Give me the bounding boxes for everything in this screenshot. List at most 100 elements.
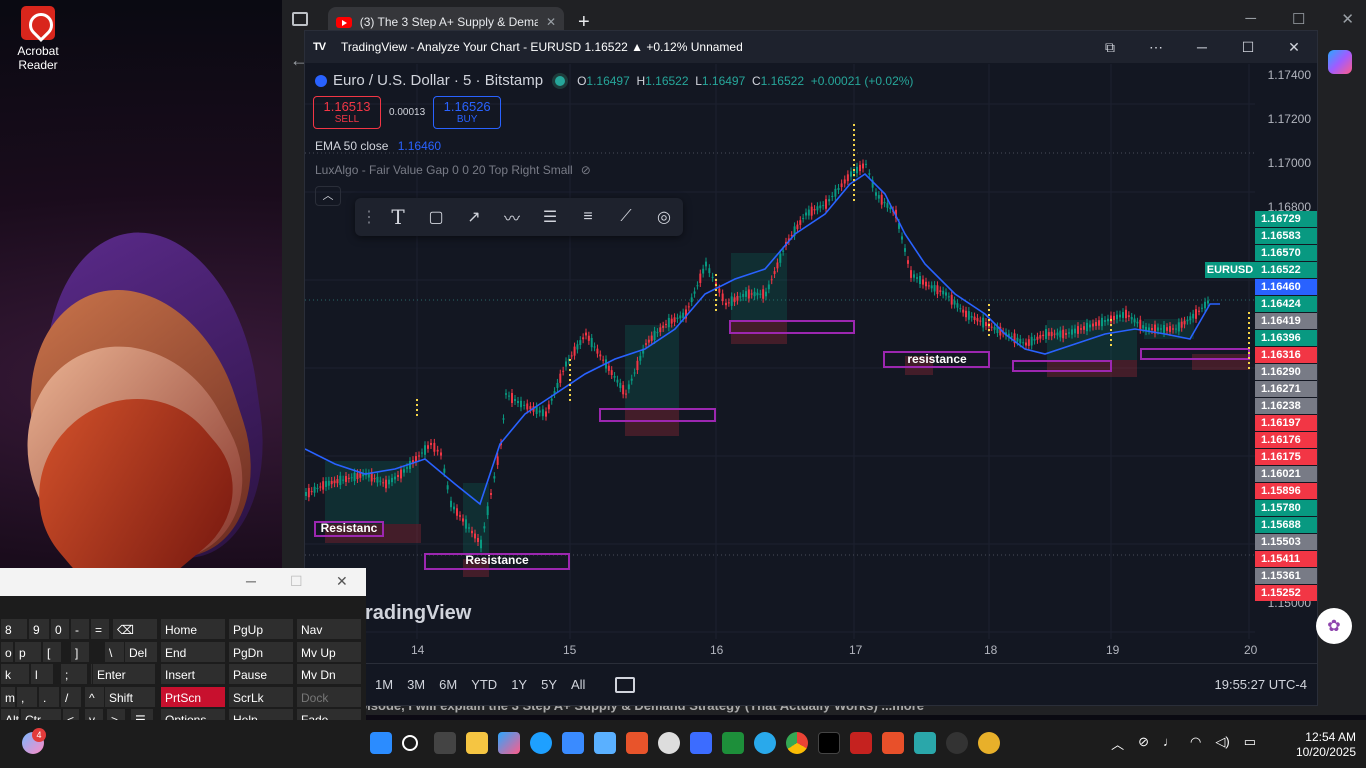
osk-key[interactable]: m xyxy=(0,685,16,708)
link-app-icon[interactable] xyxy=(626,732,648,754)
tab-close-icon[interactable]: ✕ xyxy=(546,15,556,29)
search-icon[interactable] xyxy=(402,735,418,751)
camera-app-icon[interactable] xyxy=(946,732,968,754)
magnet-tool-icon[interactable]: ◎ xyxy=(647,202,681,232)
maximize-icon[interactable]: ☐ xyxy=(1225,39,1271,56)
github-icon[interactable] xyxy=(658,732,680,754)
buy-button[interactable]: 1.16526 BUY xyxy=(433,96,502,129)
osk-key[interactable]: PgDn xyxy=(228,640,294,663)
osk-key[interactable]: Mv Dn xyxy=(296,663,362,685)
osk-key[interactable]: / xyxy=(60,685,82,708)
chrome-icon[interactable] xyxy=(786,732,808,754)
maximize-icon[interactable]: ☐ xyxy=(1292,10,1305,28)
osk-key[interactable]: PrtScn xyxy=(160,685,226,708)
coin-app-icon[interactable] xyxy=(978,732,1000,754)
osk-key[interactable]: 8 xyxy=(0,618,28,640)
volume-icon[interactable]: ◁) xyxy=(1215,734,1229,753)
indicator-legend[interactable]: LuxAlgo - Fair Value Gap 0 0 20 Top Righ… xyxy=(315,163,591,177)
osk-key[interactable]: , xyxy=(16,685,38,708)
osk-key[interactable]: Dock xyxy=(296,685,362,708)
fib-extension-icon[interactable]: ≡ xyxy=(571,202,605,232)
copilot-icon[interactable] xyxy=(498,732,520,754)
range-all[interactable]: All xyxy=(571,677,585,692)
time-axis[interactable]: 14 15 16 17 18 19 20 xyxy=(305,641,1257,661)
chevron-up-icon[interactable]: ︿ xyxy=(1111,734,1124,753)
people-icon[interactable] xyxy=(562,732,584,754)
osk-key[interactable]: Mv Up xyxy=(296,640,362,663)
text-tool-icon[interactable]: T xyxy=(381,202,415,232)
drive-icon[interactable] xyxy=(690,732,712,754)
close-icon[interactable]: ✕ xyxy=(1341,10,1354,28)
app-icon[interactable] xyxy=(914,732,936,754)
osk-key[interactable]: Nav xyxy=(296,618,362,640)
osk-key[interactable]: k xyxy=(0,663,30,685)
wifi-icon[interactable]: ◠ xyxy=(1190,734,1201,753)
range-1m[interactable]: 1M xyxy=(375,677,393,692)
sell-button[interactable]: 1.16513 SELL xyxy=(313,96,381,129)
osk-key[interactable]: = xyxy=(90,618,110,640)
popout-icon[interactable]: ⧉ xyxy=(1087,39,1133,56)
edge-icon[interactable] xyxy=(530,732,552,754)
osk-key[interactable]: ScrLk xyxy=(228,685,294,708)
battery-icon[interactable]: ▭ xyxy=(1244,734,1256,753)
copilot-icon[interactable] xyxy=(1328,50,1352,74)
osk-key[interactable]: Home xyxy=(160,618,226,640)
ai-assistant-icon[interactable]: ✿ xyxy=(1316,608,1352,644)
close-icon[interactable]: ✕ xyxy=(1271,39,1317,56)
network-off-icon[interactable]: ⊘ xyxy=(1138,734,1149,753)
osk-key[interactable]: . xyxy=(38,685,60,708)
minimize-icon[interactable]: ─ xyxy=(1179,39,1225,55)
osk-key[interactable]: PgUp xyxy=(228,618,294,640)
osk-key[interactable]: ] xyxy=(70,640,90,663)
arrow-tool-icon[interactable]: ↗ xyxy=(457,202,491,232)
store-icon[interactable] xyxy=(594,732,616,754)
range-5y[interactable]: 5Y xyxy=(541,677,557,692)
close-icon[interactable]: ✕ xyxy=(336,573,348,590)
file-explorer-icon[interactable] xyxy=(466,732,488,754)
chart-area[interactable]: Euro / U.S. Dollar · 5 · Bitstamp O1.164… xyxy=(305,64,1317,662)
osk-key[interactable]: - xyxy=(70,618,90,640)
fib-retracement-icon[interactable]: ☰ xyxy=(533,202,567,232)
minimize-icon[interactable]: ─ xyxy=(246,573,256,589)
osk-key[interactable]: Insert xyxy=(160,663,226,685)
osk-key[interactable]: Enter xyxy=(92,663,156,685)
task-view-icon[interactable] xyxy=(434,732,456,754)
chart-clock[interactable]: 19:55:27 UTC-4 xyxy=(1215,677,1308,692)
more-icon[interactable]: ⋯ xyxy=(1133,39,1179,56)
price-axis[interactable]: 1.17400 1.17200 1.17000 1.16800 1.15000 … xyxy=(1255,64,1317,654)
osk-key[interactable]: o xyxy=(0,640,14,663)
path-tool-icon[interactable]: 〰 xyxy=(495,202,529,232)
mic-icon[interactable]: ♩ xyxy=(1163,734,1176,753)
price-chart[interactable] xyxy=(305,64,1317,662)
calendar-icon[interactable] xyxy=(615,676,636,693)
osk-key[interactable]: 9 xyxy=(28,618,50,640)
rectangle-tool-icon[interactable]: ▢ xyxy=(419,202,453,232)
taskbar-clock[interactable]: 12:54 AM 10/20/2025 xyxy=(1296,730,1356,760)
range-ytd[interactable]: YTD xyxy=(471,677,497,692)
excel-icon[interactable] xyxy=(722,732,744,754)
tradingview-taskbar-icon[interactable] xyxy=(818,732,840,754)
osk-key[interactable]: Shift xyxy=(104,685,156,708)
minimize-icon[interactable]: ─ xyxy=(1245,10,1256,28)
ema-legend[interactable]: EMA 50 close 1.16460 xyxy=(315,139,441,153)
osk-key[interactable]: Pause xyxy=(228,663,294,685)
osk-key[interactable]: 0 xyxy=(50,618,70,640)
osk-key[interactable]: l xyxy=(30,663,54,685)
trendline-tool-icon[interactable]: ⟋ xyxy=(609,202,643,232)
telegram-icon[interactable] xyxy=(754,732,776,754)
collapse-legend-button[interactable]: ︿ xyxy=(315,186,341,206)
range-6m[interactable]: 6M xyxy=(439,677,457,692)
start-icon[interactable] xyxy=(370,732,392,754)
osk-key[interactable]: [ xyxy=(42,640,62,663)
range-3m[interactable]: 3M xyxy=(407,677,425,692)
osk-key[interactable]: Del xyxy=(124,640,158,663)
osk-key[interactable]: ; xyxy=(60,663,88,685)
osk-key[interactable]: p xyxy=(14,640,42,663)
osk-key[interactable]: \ xyxy=(104,640,126,663)
sidebar-toggle-icon[interactable] xyxy=(292,12,308,26)
gmail-icon[interactable] xyxy=(850,732,872,754)
osk-key[interactable]: ^ xyxy=(84,685,106,708)
range-1y[interactable]: 1Y xyxy=(511,677,527,692)
office-icon[interactable] xyxy=(882,732,904,754)
drag-handle-icon[interactable]: ⋮ xyxy=(361,202,377,232)
